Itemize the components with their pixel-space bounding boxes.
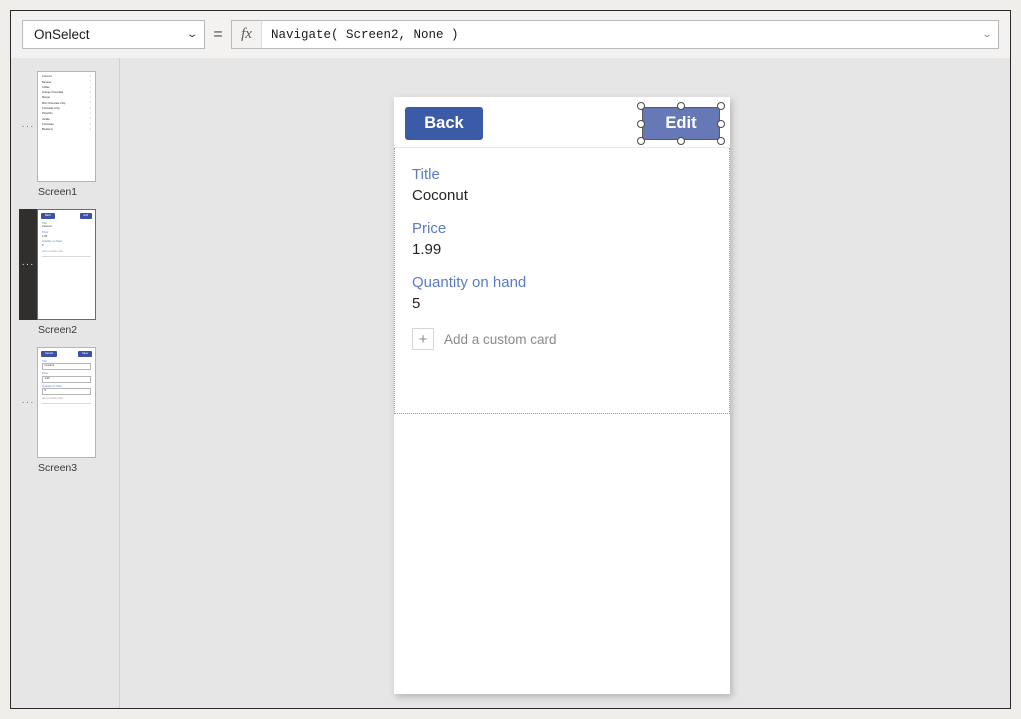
chevron-down-icon: ⌄: [186, 30, 199, 40]
resize-handle-w[interactable]: [637, 120, 645, 128]
canvas-area: Back Edit Title Coconut: [120, 58, 1010, 709]
add-custom-card-label: Add a custom card: [42, 397, 91, 400]
formula-bar: OnSelect ⌄ = fx Navigate( Screen2, None …: [11, 11, 1010, 58]
field-value-quantity: 5: [412, 295, 729, 312]
thumbnail-cancel-button: Cancel: [41, 351, 57, 357]
property-dropdown-value: OnSelect: [34, 27, 90, 42]
power-apps-studio-window: OnSelect ⌄ = fx Navigate( Screen2, None …: [10, 10, 1011, 709]
thumbnail-form: Title Coconut Price 1.99 Quantity on han…: [38, 357, 95, 404]
screen-thumbnail[interactable]: Coconut Banana Coffee Orange Chocolate M…: [37, 71, 96, 182]
resize-handle-s[interactable]: [677, 137, 685, 145]
screen-thumbnail[interactable]: Cancel Save Title Coconut Price 1.99 Qua…: [37, 347, 96, 458]
screen-label: Screen3: [19, 462, 119, 474]
divider: [42, 256, 91, 257]
resize-handle-n[interactable]: [677, 102, 685, 110]
more-options-icon[interactable]: ···: [19, 347, 37, 457]
sidebar-item-screen3[interactable]: ··· Cancel Save Title Coconut Price 1.99…: [11, 347, 119, 474]
display-form[interactable]: Title Coconut Price 1.99 Quantity on han…: [394, 148, 730, 414]
field-input: 1.99: [42, 376, 91, 383]
field-value-title: Coconut: [412, 187, 729, 204]
screen-header: Back Edit: [394, 97, 730, 148]
more-options-icon[interactable]: ···: [19, 209, 37, 320]
thumbnail-header: Back Edit: [38, 210, 95, 219]
add-custom-card-label: Add a custom card: [42, 250, 91, 253]
field-value-price: 1.99: [412, 241, 729, 258]
back-button[interactable]: Back: [405, 107, 483, 140]
field-label-title: Title: [412, 166, 729, 183]
edit-button-selection: Edit: [642, 107, 720, 140]
sidebar-item-screen2[interactable]: ··· Back Edit Title Coconut Price 1.99 Q…: [11, 209, 119, 336]
field-input: 5: [42, 388, 91, 395]
plus-icon: +: [412, 328, 434, 350]
field-value: Coconut: [42, 225, 91, 229]
thumbnail-gallery-list: Coconut Banana Coffee Orange Chocolate M…: [38, 72, 95, 133]
thumbnail-row: ··· Cancel Save Title Coconut Price 1.99…: [19, 347, 119, 458]
more-options-icon[interactable]: ···: [19, 71, 37, 181]
thumbnail-back-button: Back: [41, 213, 55, 219]
edit-button[interactable]: Edit: [642, 107, 720, 140]
field-input: Coconut: [42, 363, 91, 370]
app-canvas[interactable]: Back Edit Title Coconut: [394, 97, 730, 694]
resize-handle-nw[interactable]: [637, 102, 645, 110]
screens-sidebar: ··· Coconut Banana Coffee Orange Chocola…: [11, 58, 120, 709]
thumbnail-form: Title Coconut Price 1.99 Quantity on han…: [38, 219, 95, 257]
chevron-down-icon-expand-formula[interactable]: ⌄: [972, 29, 1003, 40]
resize-handle-ne[interactable]: [717, 102, 725, 110]
formula-input[interactable]: Navigate( Screen2, None ): [262, 28, 976, 42]
equals-sign: =: [205, 26, 231, 44]
add-custom-card-label: Add a custom card: [444, 332, 557, 347]
thumbnail-row: ··· Back Edit Title Coconut Price 1.99 Q…: [19, 209, 119, 320]
thumbnail-edit-button: Edit: [80, 213, 92, 219]
fx-icon[interactable]: fx: [232, 21, 262, 48]
formula-input-container: fx Navigate( Screen2, None ) ⌄: [231, 20, 999, 49]
field-label-price: Price: [412, 220, 729, 237]
field-value: 5: [42, 244, 91, 248]
divider: [42, 403, 91, 404]
screen-thumbnail[interactable]: Back Edit Title Coconut Price 1.99 Quant…: [37, 209, 96, 320]
main-area: ··· Coconut Banana Coffee Orange Chocola…: [11, 58, 1010, 709]
field-label-quantity: Quantity on hand: [412, 274, 729, 291]
thumbnail-header: Cancel Save: [38, 348, 95, 357]
screen-label: Screen1: [19, 186, 119, 198]
sidebar-item-screen1[interactable]: ··· Coconut Banana Coffee Orange Chocola…: [11, 71, 119, 198]
screen-label: Screen2: [19, 324, 119, 336]
resize-handle-se[interactable]: [717, 137, 725, 145]
thumbnail-save-button: Save: [78, 351, 92, 357]
property-dropdown[interactable]: OnSelect ⌄: [22, 20, 205, 49]
resize-handle-sw[interactable]: [637, 137, 645, 145]
field-value: 1.99: [42, 235, 91, 239]
list-item: Blueberry: [42, 128, 92, 133]
thumbnail-row: ··· Coconut Banana Coffee Orange Chocola…: [19, 71, 119, 182]
resize-handle-e[interactable]: [717, 120, 725, 128]
add-custom-card-button[interactable]: + Add a custom card: [412, 328, 729, 350]
